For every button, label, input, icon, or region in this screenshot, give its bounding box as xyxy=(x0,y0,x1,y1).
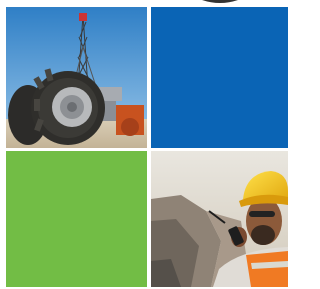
green-color-tile xyxy=(6,151,147,287)
top-edge-decoration xyxy=(200,0,240,4)
hardhat-worker-radio-photo xyxy=(151,151,288,287)
oil-rig-truck-photo xyxy=(6,7,147,148)
blue-color-tile xyxy=(151,7,288,148)
